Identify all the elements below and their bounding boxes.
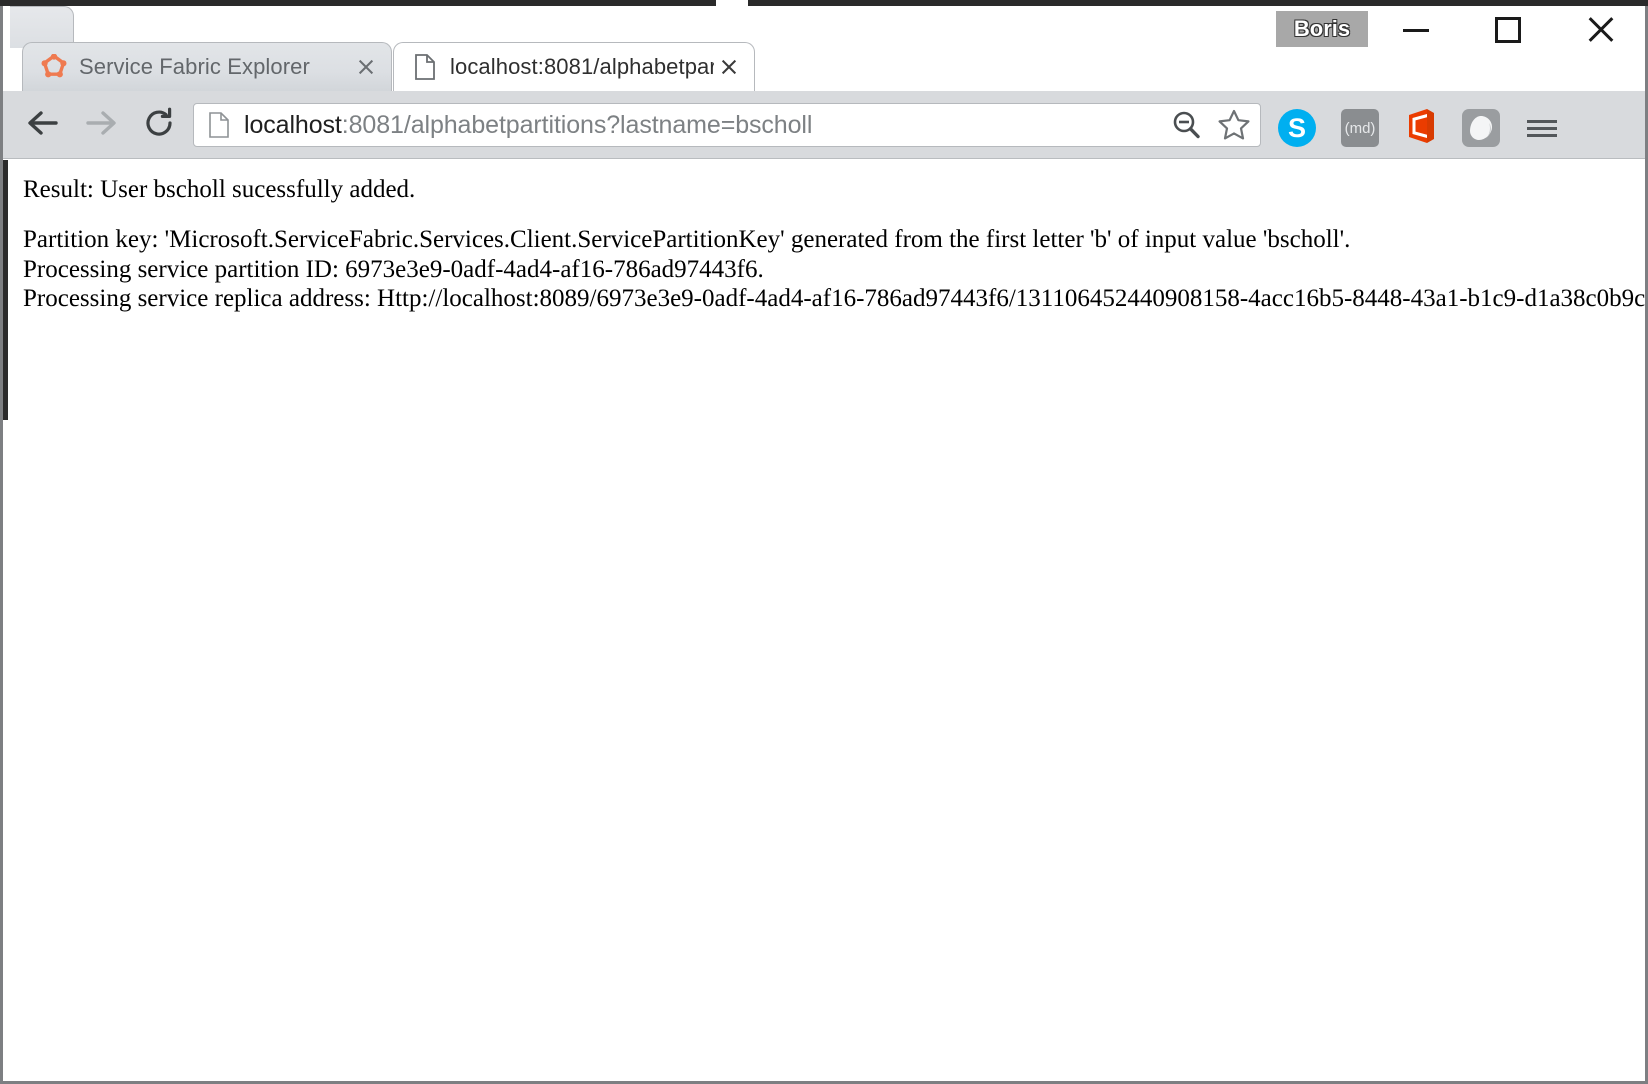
- arrow-left-icon: [26, 108, 60, 143]
- partition-key-line: Partition key: 'Microsoft.ServiceFabric.…: [23, 225, 1351, 253]
- back-button[interactable]: [17, 99, 69, 151]
- address-bar[interactable]: localhost:8081/alphabetpartitions?lastna…: [193, 103, 1261, 147]
- browser-toolbar: localhost:8081/alphabetpartitions?lastna…: [3, 91, 1645, 159]
- result-message: Result: User bscholl sucessfully added.: [23, 176, 416, 203]
- forward-button: [75, 99, 127, 151]
- arrow-right-icon: [84, 108, 118, 143]
- maximize-icon: [1495, 17, 1521, 43]
- page-viewport: Result: User bscholl sucessfully added. …: [3, 159, 1645, 1081]
- bookmark-star-icon[interactable]: [1212, 103, 1256, 147]
- replica-address-line: Processing service replica address: Http…: [23, 285, 1645, 313]
- url-path: :8081/alphabetpartitions?lastname=bschol…: [341, 110, 813, 139]
- skype-extension-button[interactable]: S: [1277, 108, 1317, 148]
- partition-details: Partition key: 'Microsoft.ServiceFabric.…: [23, 225, 1645, 314]
- close-icon[interactable]: [714, 52, 744, 82]
- markdown-extension-button[interactable]: (md): [1340, 108, 1380, 148]
- page-document-icon: [412, 54, 438, 80]
- chrome-menu-button[interactable]: [1519, 105, 1565, 151]
- tab-title: localhost:8081/alphabetpartitions: [450, 54, 714, 79]
- reload-button[interactable]: [133, 99, 185, 151]
- skype-icon: S: [1278, 109, 1316, 147]
- close-icon[interactable]: [351, 52, 381, 82]
- close-icon: [1585, 15, 1615, 45]
- tab-strip: Service Fabric Explorer localhost:8081/a…: [0, 6, 1648, 91]
- hamburger-menu-icon: [1527, 116, 1557, 141]
- reload-icon: [142, 106, 176, 145]
- office-extension-button[interactable]: [1401, 108, 1441, 148]
- markdown-icon: (md): [1341, 109, 1379, 147]
- window-edge-shadow: [3, 160, 8, 420]
- window-close-button[interactable]: [1570, 6, 1630, 54]
- page-content: Result: User bscholl sucessfully added. …: [3, 159, 1645, 314]
- profile-name: Boris: [1293, 16, 1351, 41]
- page-document-icon: [208, 112, 230, 138]
- window-minimize-button[interactable]: [1386, 6, 1446, 54]
- minimize-icon: [1403, 28, 1429, 32]
- browser-window: Service Fabric Explorer localhost:8081/a…: [0, 0, 1648, 1084]
- tab-localhost-alphabetpartitions[interactable]: localhost:8081/alphabetpartitions: [393, 42, 755, 91]
- zoom-out-icon[interactable]: [1164, 103, 1208, 147]
- partition-id-line: Processing service partition ID: 6973e3e…: [23, 255, 764, 283]
- ghost-icon: [1462, 109, 1500, 147]
- tab-title: Service Fabric Explorer: [79, 54, 310, 79]
- ghost-extension-button[interactable]: [1461, 108, 1501, 148]
- tab-service-fabric-explorer[interactable]: Service Fabric Explorer: [22, 42, 392, 91]
- window-maximize-button[interactable]: [1478, 6, 1538, 54]
- profile-badge[interactable]: Boris: [1276, 11, 1368, 47]
- window-frame-left: [0, 6, 10, 91]
- service-fabric-icon: [41, 54, 67, 80]
- address-bar-url[interactable]: localhost:8081/alphabetpartitions?lastna…: [244, 111, 1164, 140]
- url-host: localhost: [244, 110, 342, 139]
- office-icon: [1403, 106, 1439, 151]
